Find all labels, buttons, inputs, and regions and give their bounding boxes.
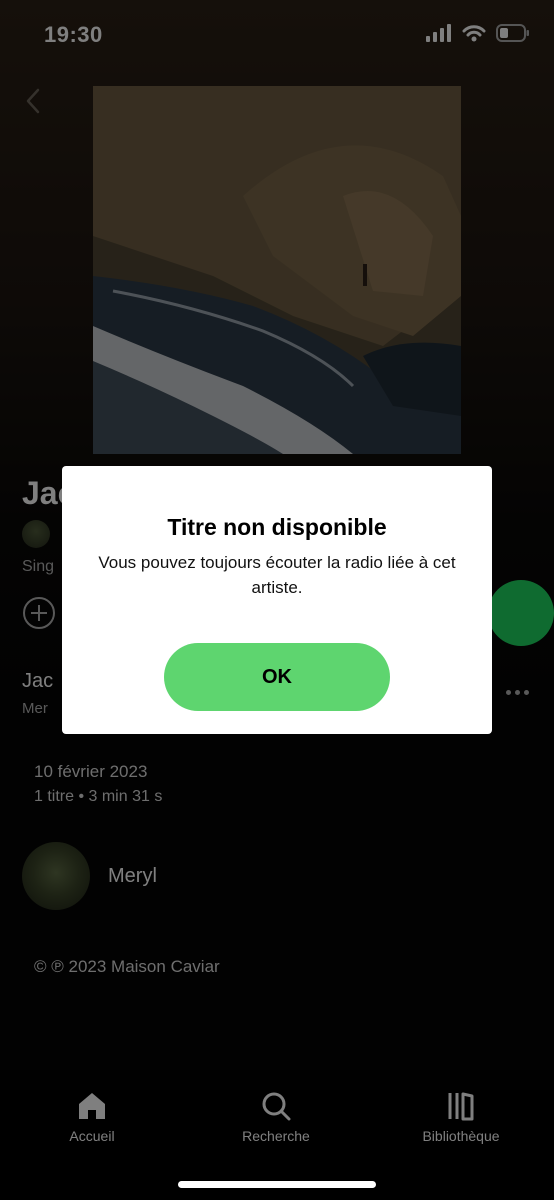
dialog-message: Vous pouvez toujours écouter la radio li… xyxy=(98,553,456,597)
unavailable-dialog: Titre non disponible Vous pouvez toujour… xyxy=(62,466,492,734)
home-indicator[interactable] xyxy=(178,1181,376,1188)
album-screen: 19:30 xyxy=(0,0,554,1200)
ok-button[interactable]: OK xyxy=(164,643,390,711)
dialog-title: Titre non disponible xyxy=(167,514,387,540)
